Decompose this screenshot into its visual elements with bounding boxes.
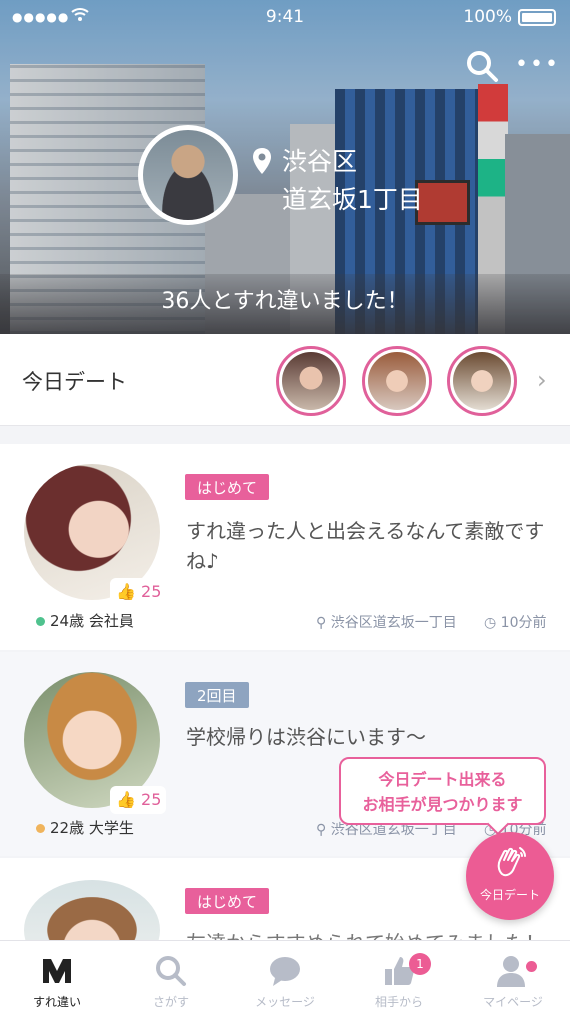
today-date-avatar[interactable]: [276, 346, 346, 416]
passed-count-text: 36人とすれ違いました！: [161, 289, 409, 314]
age-job: 24歳 会社員: [50, 612, 134, 630]
tab-messages[interactable]: メッセージ: [228, 941, 342, 1014]
time-ago: ◷ 10分前: [484, 612, 547, 632]
encounter-badge: はじめて: [185, 888, 270, 914]
chat-icon: [270, 957, 300, 986]
thumbs-up-icon: 👍: [116, 582, 136, 601]
today-date-tooltip: 今日デート出来る お相手が見つかります: [339, 757, 546, 825]
battery-icon: [518, 9, 556, 26]
today-date-avatar[interactable]: [362, 346, 432, 416]
today-date-title: 今日デート: [22, 370, 127, 394]
message-text: すれ違った人と出会えるなんて素敵ですね♪: [186, 519, 545, 573]
likes-count: 25: [141, 790, 162, 809]
passing-icon: [43, 959, 71, 983]
today-date-button[interactable]: 今日デート: [466, 832, 554, 920]
message-text: 学校帰りは渋谷にいます〜: [186, 725, 426, 749]
tab-search[interactable]: さがす: [114, 941, 228, 1014]
tab-from-others[interactable]: 1 相手から: [342, 941, 456, 1014]
location-pin-icon: [253, 148, 271, 174]
list-item[interactable]: 👍 25 24歳 会社員 はじめて すれ違った人と出会えるなんて素敵ですね♪ ⚲…: [0, 444, 570, 650]
battery-percent: 100%: [463, 7, 512, 27]
tooltip-line: お相手が見つかります: [362, 795, 523, 814]
user-icon: [497, 956, 525, 987]
tab-label: メッセージ: [255, 995, 315, 1009]
location-block: 道玄坂1丁目: [282, 185, 423, 214]
place-label: 渋谷区道玄坂一丁目: [330, 615, 457, 631]
my-avatar[interactable]: [138, 125, 238, 225]
status-bar: ●●●●● 9:41 100%: [0, 0, 570, 34]
encounter-badge: 2回目: [185, 682, 249, 708]
search-icon[interactable]: [464, 48, 500, 84]
tab-label: すれ違い: [32, 995, 81, 1009]
online-status-dot: [36, 617, 45, 626]
location-ward: 渋谷区: [282, 147, 358, 176]
today-date-row[interactable]: 今日デート ›: [0, 334, 570, 426]
tab-label: マイページ: [483, 995, 543, 1009]
age-job: 22歳 大学生: [50, 819, 134, 837]
list-item[interactable]: 👍 25 22歳 大学生 2回目 学校帰りは渋谷にいます〜 ⚲ 渋谷区道玄坂一丁…: [0, 652, 570, 856]
search-icon: [156, 956, 186, 986]
chevron-right-icon[interactable]: ›: [537, 366, 547, 394]
place-text: ⚲ 渋谷区道玄坂一丁目: [316, 612, 457, 632]
today-date-avatar[interactable]: [447, 346, 517, 416]
encounter-badge: はじめて: [185, 474, 270, 500]
waving-hand-icon: [497, 847, 526, 877]
online-status-dot: [36, 824, 45, 833]
tab-bar: すれ違い さがす メッセージ 1 相手から マイページ: [0, 940, 570, 1014]
more-icon[interactable]: •••: [515, 52, 560, 77]
tab-passing[interactable]: すれ違い: [0, 941, 114, 1014]
tab-label: 相手から: [374, 995, 423, 1009]
tab-label: さがす: [152, 995, 189, 1009]
location-pin-icon: ⚲: [316, 615, 327, 631]
location-pin-icon: ⚲: [316, 822, 327, 838]
notification-dot: [526, 961, 537, 972]
notification-badge: 1: [409, 953, 431, 975]
time-ago-label: 10分前: [500, 615, 547, 631]
tooltip-line: 今日デート出来る: [378, 770, 507, 789]
likes-count: 25: [141, 582, 162, 601]
thumbs-up-icon: 👍: [116, 790, 136, 809]
likes-badge: 👍 25: [110, 786, 166, 814]
tab-mypage[interactable]: マイページ: [456, 941, 570, 1014]
fab-label: 今日デート: [479, 888, 540, 902]
clock-icon: ◷: [484, 615, 497, 631]
likes-badge: 👍 25: [110, 578, 166, 606]
hero-header: ●●●●● 9:41 100% ••• 渋谷区 道玄坂1丁目 36人とすれ違いま…: [0, 0, 570, 334]
